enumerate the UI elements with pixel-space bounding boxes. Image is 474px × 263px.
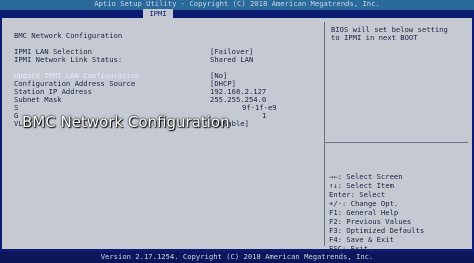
title-bar: Aptio Setup Utility - Copyright (C) 2018… (0, 0, 474, 10)
settings-pane: BMC Network Configuration IPMI LAN Selec… (8, 22, 316, 246)
mac-address-row: S 9f-1f-e9 (14, 104, 314, 112)
key-help-item: Enter: Select (329, 190, 386, 199)
section-title: BMC Network Configuration (14, 31, 123, 40)
help-divider (324, 142, 468, 143)
setting-value: 9f-1f-e9 (242, 103, 277, 112)
setting-label: IPMI Network Link Status: (14, 55, 123, 64)
tab-ipmi[interactable]: IPMI (143, 9, 173, 18)
help-line: to IPMI in next BOOT (331, 33, 418, 42)
setting-value: 1 (262, 111, 267, 120)
setting-label: Subnet Mask (14, 95, 62, 104)
key-help-item: ↑↓: Select Item (329, 181, 394, 190)
help-pane: BIOS will set below setting to IPMI in n… (324, 22, 471, 253)
setting-value: Shared LAN (210, 55, 254, 64)
main-panel: BMC Network Configuration IPMI LAN Selec… (2, 18, 472, 253)
key-help-list: →←: Select Screen ↑↓: Select Item Enter:… (329, 172, 424, 253)
ipmi-link-status-row: IPMI Network Link Status: Shared LAN (14, 56, 314, 64)
title-text: Aptio Setup Utility - Copyright (C) 2018… (94, 0, 380, 8)
key-help-item: +/-: Change Opt. (329, 199, 399, 208)
key-help-item: →←: Select Screen (329, 172, 403, 181)
key-help-item: F1: General Help (329, 208, 399, 217)
key-help-item: F4: Save & Exit (329, 235, 394, 244)
key-help-item: F2: Previous Values (329, 217, 412, 226)
overlay-caption: BMC Network Configuration (22, 113, 230, 131)
bios-screen: Aptio Setup Utility - Copyright (C) 2018… (0, 0, 474, 263)
help-description: BIOS will set below setting to IPMI in n… (331, 26, 469, 42)
footer-bar: Version 2.17.1254. Copyright (C) 2018 Am… (0, 252, 474, 263)
key-help-item: F3: Optimized Defaults (329, 226, 425, 235)
